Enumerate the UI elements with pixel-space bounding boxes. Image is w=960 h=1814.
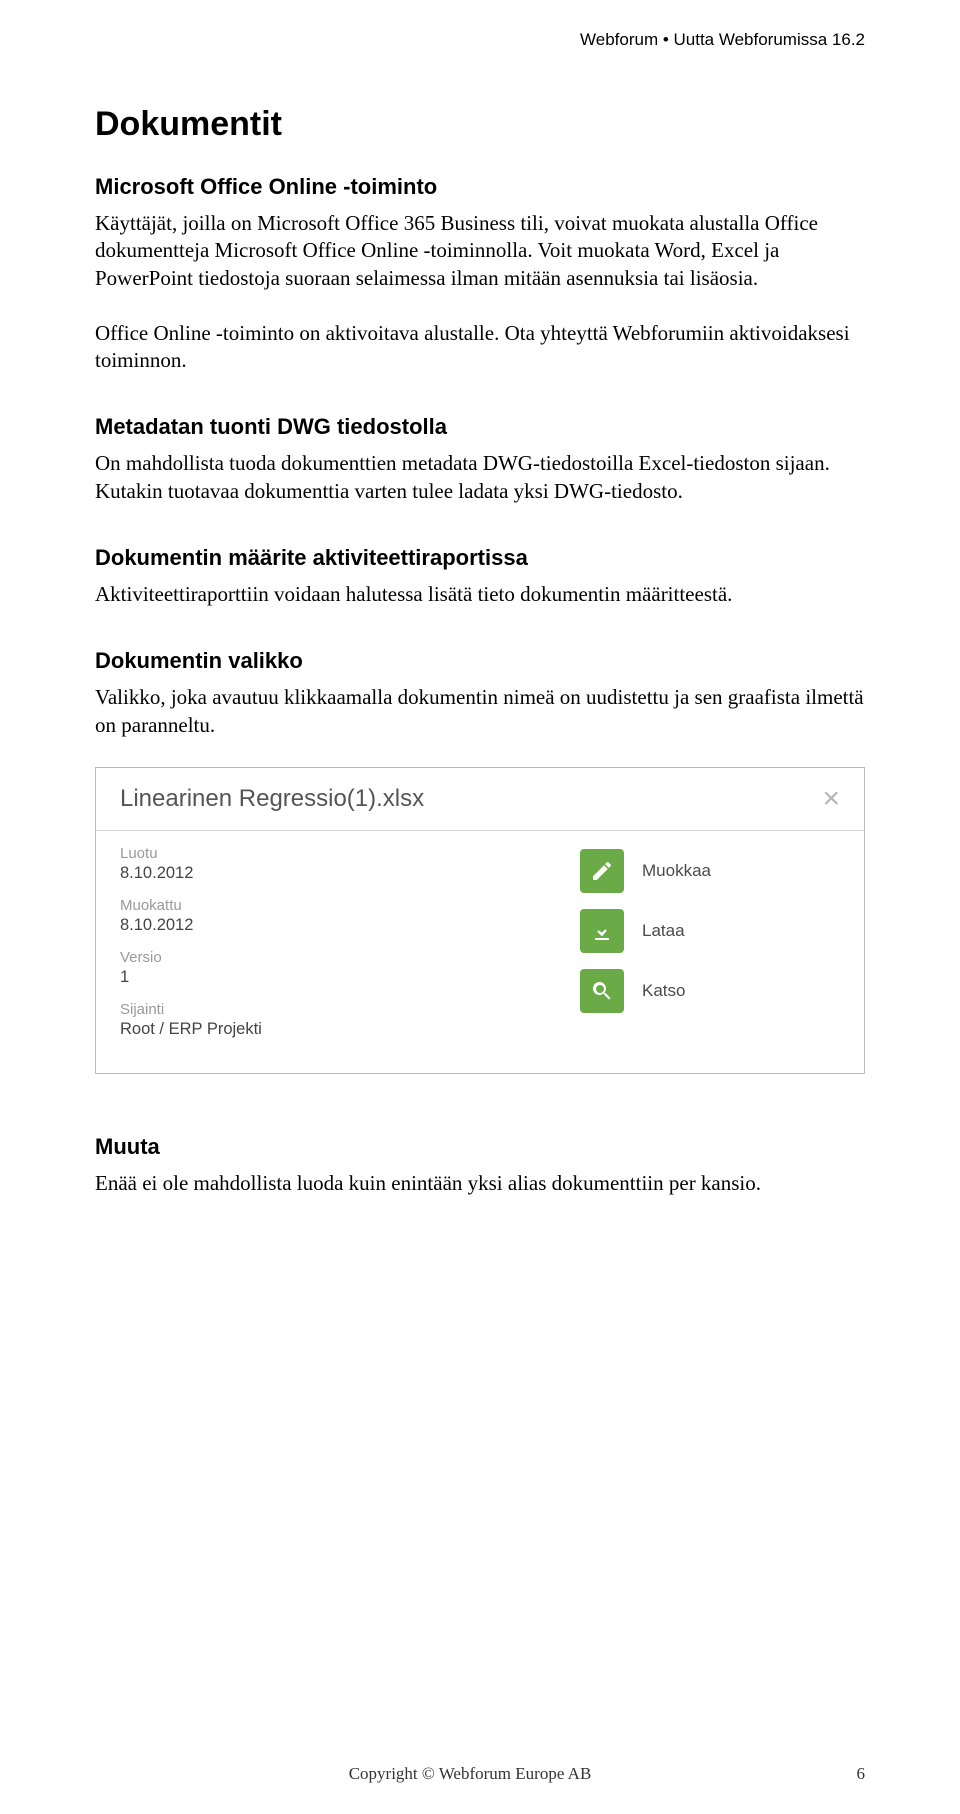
view-action[interactable]: Katso <box>580 969 840 1013</box>
page-header: Webforum • Uutta Webforumissa 16.2 <box>95 30 865 50</box>
metadata-column: Luotu 8.10.2012 Muokattu 8.10.2012 Versi… <box>120 845 500 1053</box>
paragraph: Aktiviteettiraporttiin voidaan halutessa… <box>95 581 865 608</box>
section-heading-metadata-dwg: Metadatan tuonti DWG tiedostolla <box>95 414 865 440</box>
download-icon[interactable] <box>580 909 624 953</box>
section-heading-other: Muuta <box>95 1134 865 1160</box>
actions-column: Muokkaa Lataa Katso <box>580 845 840 1053</box>
meta-value: 8.10.2012 <box>120 864 500 883</box>
meta-label: Versio <box>120 949 500 966</box>
paragraph: Käyttäjät, joilla on Microsoft Office 36… <box>95 210 865 292</box>
panel-header: Linearinen Regressio(1).xlsx × <box>96 768 864 831</box>
meta-version: Versio 1 <box>120 949 500 987</box>
meta-value: 1 <box>120 968 500 987</box>
section-heading-attribute-report: Dokumentin määrite aktiviteettiraportiss… <box>95 545 865 571</box>
section-heading-document-menu: Dokumentin valikko <box>95 648 865 674</box>
section-heading-office-online: Microsoft Office Online -toiminto <box>95 174 865 200</box>
paragraph: Office Online -toiminto on aktivoitava a… <box>95 320 865 375</box>
page-number: 6 <box>845 1764 865 1784</box>
meta-label: Luotu <box>120 845 500 862</box>
meta-value: Root / ERP Projekti <box>120 1020 500 1039</box>
meta-modified: Muokattu 8.10.2012 <box>120 897 500 935</box>
page-title: Dokumentit <box>95 105 865 144</box>
document-details-panel: Linearinen Regressio(1).xlsx × Luotu 8.1… <box>95 767 865 1074</box>
document-page: Webforum • Uutta Webforumissa 16.2 Dokum… <box>0 0 960 1814</box>
copyright-text: Copyright © Webforum Europe AB <box>349 1764 592 1784</box>
edit-icon[interactable] <box>580 849 624 893</box>
paragraph: Enää ei ole mahdollista luoda kuin enint… <box>95 1170 865 1197</box>
meta-value: 8.10.2012 <box>120 916 500 935</box>
panel-title: Linearinen Regressio(1).xlsx <box>120 785 424 813</box>
paragraph: Valikko, joka avautuu klikkaamalla dokum… <box>95 684 865 739</box>
paragraph: On mahdollista tuoda dokumenttien metada… <box>95 450 865 505</box>
meta-location: Sijainti Root / ERP Projekti <box>120 1001 500 1039</box>
action-label: Lataa <box>642 921 685 941</box>
search-icon[interactable] <box>580 969 624 1013</box>
edit-action[interactable]: Muokkaa <box>580 849 840 893</box>
meta-label: Muokattu <box>120 897 500 914</box>
page-footer: Copyright © Webforum Europe AB 6 <box>0 1764 960 1784</box>
action-label: Muokkaa <box>642 861 711 881</box>
meta-label: Sijainti <box>120 1001 500 1018</box>
close-icon[interactable]: × <box>822 784 840 814</box>
panel-body: Luotu 8.10.2012 Muokattu 8.10.2012 Versi… <box>96 831 864 1073</box>
download-action[interactable]: Lataa <box>580 909 840 953</box>
action-label: Katso <box>642 981 685 1001</box>
meta-created: Luotu 8.10.2012 <box>120 845 500 883</box>
